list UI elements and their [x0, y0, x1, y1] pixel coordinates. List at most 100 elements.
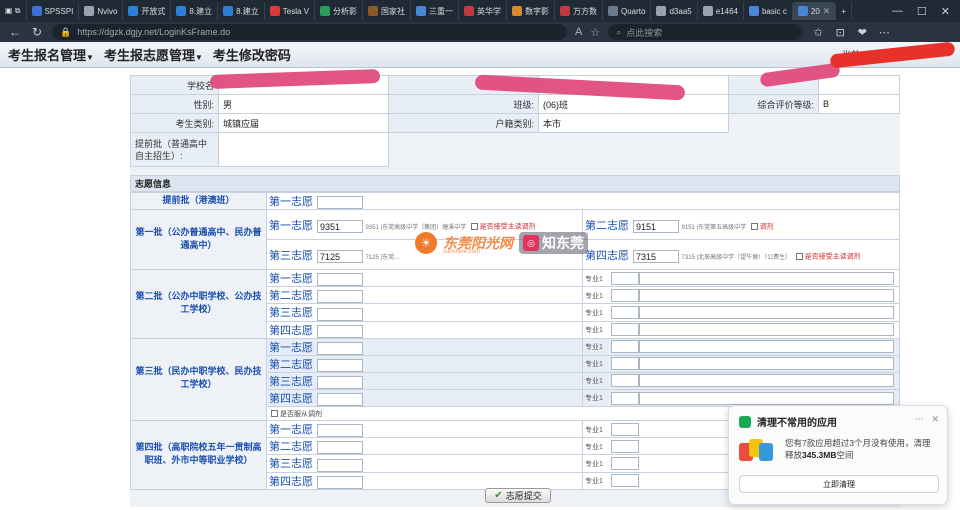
adjust-checkbox[interactable] [750, 222, 758, 230]
batch2-choice2-input[interactable] [317, 290, 363, 304]
batch3-row: 第二志愿 [266, 354, 583, 373]
major-name-input[interactable] [639, 288, 894, 302]
browser-tab[interactable]: Tesla V [265, 2, 315, 20]
batch4-choice3-input[interactable] [317, 458, 363, 472]
close-tab-icon[interactable]: ✕ [823, 6, 831, 17]
new-tab-icon[interactable]: + [836, 2, 852, 20]
batch2-choice4-input[interactable] [317, 324, 363, 338]
maximize-icon[interactable]: ☐ [917, 5, 927, 18]
major-input[interactable] [611, 456, 639, 470]
adjust-checkbox[interactable] [470, 222, 478, 230]
extensions-icon[interactable]: ❤ [855, 26, 869, 39]
close-icon[interactable]: ✕ [941, 5, 950, 18]
major-name-input[interactable] [639, 357, 894, 371]
search-box[interactable]: ⌕ 点此搜索 [608, 24, 804, 40]
major-name-input[interactable] [639, 305, 894, 319]
batch1-choice2-input[interactable]: 9151 [633, 219, 679, 233]
major-name-input[interactable] [639, 323, 894, 337]
browser-tab[interactable]: 20 ✕ [792, 2, 837, 20]
batch4-choice2-input[interactable] [317, 441, 363, 455]
read-aloud-icon[interactable]: A [575, 26, 582, 39]
wish-section-title: 志愿信息 [130, 175, 900, 192]
browser-tab[interactable]: 国家社 [363, 2, 411, 20]
close-icon[interactable]: ✕ [931, 414, 939, 425]
batch4-choice4-input[interactable] [317, 475, 363, 489]
adjust-checkbox[interactable] [795, 252, 803, 260]
browser-tab[interactable]: 8.建立 [218, 2, 265, 20]
batch1-choice2: 第二志愿 9151 9151 |东莞第五高级中学 调剂 [582, 209, 900, 241]
browser-tab[interactable]: d3aa5 [651, 2, 698, 20]
browser-tab[interactable]: 分析影 [315, 2, 363, 20]
batch3-choice3-input[interactable] [317, 376, 363, 389]
minimize-icon[interactable]: — [892, 5, 903, 18]
tab-actions-icon[interactable]: ▣ ⧉ [0, 2, 27, 20]
favorite-star-icon[interactable]: ☆ [590, 26, 600, 39]
major-input[interactable] [611, 374, 639, 388]
major-input[interactable] [611, 271, 639, 285]
batch4-choice1-input[interactable] [317, 424, 363, 438]
batch1-choice4-input[interactable]: 7315 [633, 249, 679, 263]
major-input[interactable] [611, 288, 639, 302]
major-input[interactable] [611, 340, 639, 354]
batch3-choice1-input[interactable] [317, 341, 363, 355]
major-name-input[interactable] [639, 391, 894, 405]
major-input[interactable] [611, 323, 639, 337]
browser-tab[interactable]: 三重一 [411, 2, 459, 20]
major-input[interactable] [611, 357, 639, 371]
submit-wishes-button[interactable]: ✔ 志愿提交 [485, 488, 551, 503]
favorites-icon[interactable]: ✩ [811, 26, 825, 39]
major-input[interactable] [611, 391, 639, 405]
batch3-choice4-input[interactable] [317, 393, 363, 407]
menu-wishes-label: 考生报志愿管理 [103, 48, 195, 63]
menu-registration[interactable]: 考生报名管理▼ [8, 45, 94, 64]
early-choice-input[interactable] [317, 196, 363, 210]
check-icon: ✔ [494, 490, 503, 501]
batch3-choice2-input[interactable] [317, 358, 363, 372]
refresh-icon[interactable]: ↻ [30, 25, 44, 39]
back-icon[interactable]: ← [8, 25, 22, 39]
school-name: 7125 |东莞... [365, 254, 400, 261]
browser-tab[interactable]: 8.建立 [171, 2, 219, 20]
browser-tab[interactable]: Nvivo [79, 2, 124, 20]
major-label: 专业1 [585, 344, 603, 352]
gender-label: 性别: [130, 94, 219, 114]
major-input[interactable] [611, 422, 639, 436]
clean-now-button[interactable]: 立即清理 [739, 475, 939, 493]
batch2-choice1-input[interactable] [317, 273, 363, 287]
browser-tab[interactable]: basic c [744, 2, 793, 20]
browser-tab[interactable]: SPSSPI [27, 2, 80, 20]
obey-adjust-checkbox[interactable] [271, 410, 278, 418]
tab-label: 数字影 [525, 6, 549, 16]
batch2-choice3-input[interactable] [317, 307, 363, 321]
browser-tab[interactable]: e1464 [698, 2, 744, 20]
more-icon[interactable]: ⋯ [914, 414, 923, 425]
search-placeholder: 点此搜索 [626, 27, 663, 38]
address-bar[interactable]: 🔒 https://dgzk.dgjy.net/LoginKsFrame.do [52, 24, 567, 40]
tab-label: d3aa5 [669, 6, 692, 16]
menu-wishes[interactable]: 考生报志愿管理▼ [104, 45, 203, 64]
tab-label: 开放式 [141, 6, 166, 16]
tab-favicon-icon [797, 6, 808, 16]
major-name-input[interactable] [639, 374, 894, 388]
settings-icon[interactable]: ⋯ [877, 26, 891, 39]
browser-tab[interactable]: 英华学 [459, 2, 507, 20]
collections-icon[interactable]: ⊡ [833, 26, 847, 39]
browser-tab[interactable]: 数字影 [507, 2, 555, 20]
chevron-down-icon: ▼ [86, 53, 94, 62]
choice-label: 第一志愿 [269, 195, 313, 208]
browser-tab[interactable]: 万方数 [555, 2, 603, 20]
tab-label: Tesla V [282, 6, 309, 16]
browser-tab[interactable]: Quarto [603, 2, 652, 20]
major-name-input[interactable] [639, 271, 894, 285]
id-value [818, 75, 900, 95]
choice-label: 第四志愿 [269, 474, 313, 488]
major-input[interactable] [611, 305, 639, 319]
menu-change-password[interactable]: 考生修改密码 [213, 45, 291, 64]
major-input[interactable] [611, 439, 639, 453]
choice-label: 第二志愿 [585, 218, 629, 232]
batch1-choice3-input[interactable]: 7125 [317, 249, 363, 263]
major-name-input[interactable] [639, 340, 894, 354]
batch1-choice1-input[interactable]: 9351 [317, 219, 363, 233]
major-input[interactable] [611, 474, 639, 488]
browser-tab[interactable]: 开放式 [123, 2, 172, 20]
